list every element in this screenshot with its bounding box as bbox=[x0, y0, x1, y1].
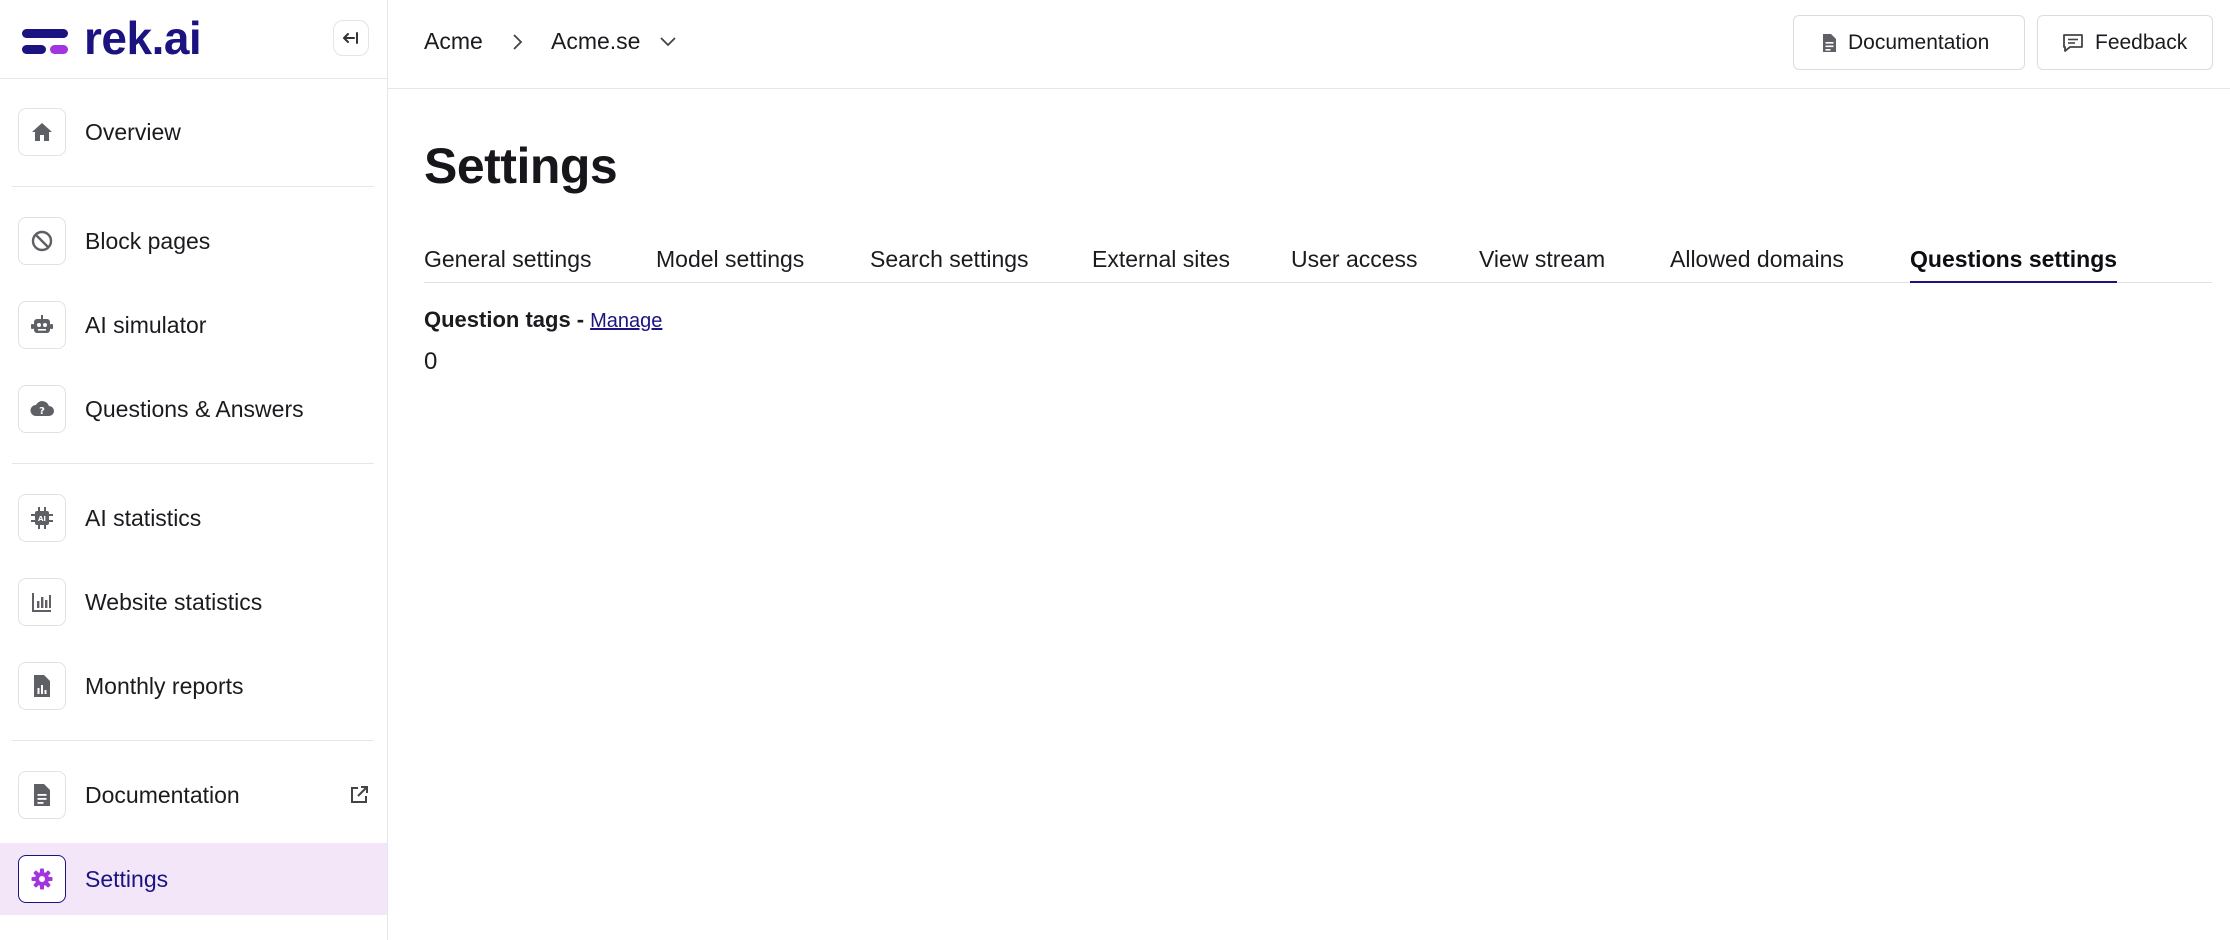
sidebar-item-label: Website statistics bbox=[85, 589, 263, 615]
logo-row: rek.ai bbox=[0, 0, 388, 79]
tab-general-settings[interactable]: General settings bbox=[424, 240, 591, 283]
chevron-down-icon[interactable] bbox=[659, 34, 677, 48]
feedback-button[interactable]: Feedback bbox=[2037, 15, 2213, 70]
external-link-icon bbox=[351, 786, 368, 803]
sidebar-item-monthly-reports[interactable]: Monthly reports bbox=[0, 650, 387, 722]
icon-box bbox=[18, 217, 66, 265]
sidebar-item-questions-answers[interactable]: ? Questions & Answers bbox=[0, 373, 387, 445]
icon-box bbox=[18, 855, 66, 903]
sidebar-item-label: AI simulator bbox=[85, 312, 207, 338]
sidebar: rek.ai Overview Block pages AI simulator… bbox=[0, 0, 388, 940]
logo-mark-icon bbox=[22, 29, 68, 54]
tab-allowed-domains[interactable]: Allowed domains bbox=[1670, 240, 1844, 283]
sidebar-item-ai-simulator[interactable]: AI simulator bbox=[0, 289, 387, 361]
feedback-button-label: Feedback bbox=[2095, 30, 2188, 54]
page-title: Settings bbox=[424, 138, 618, 194]
sidebar-item-ai-statistics[interactable]: AI AI statistics bbox=[0, 482, 387, 554]
tab-search-settings[interactable]: Search settings bbox=[870, 240, 1029, 283]
sidebar-item-label: AI statistics bbox=[85, 505, 202, 531]
topbar: Acme Acme.se Documentation Feedback bbox=[388, 0, 2230, 89]
tab-external-sites[interactable]: External sites bbox=[1092, 240, 1230, 283]
icon-box bbox=[18, 771, 66, 819]
svg-text:?: ? bbox=[39, 406, 45, 417]
feedback-icon bbox=[2063, 33, 2083, 52]
cloud-question-icon: ? bbox=[30, 401, 54, 417]
tab-user-access[interactable]: User access bbox=[1291, 240, 1418, 283]
tab-view-stream[interactable]: View stream bbox=[1479, 240, 1605, 283]
tab-model-settings[interactable]: Model settings bbox=[656, 240, 804, 283]
icon-box bbox=[18, 662, 66, 710]
home-icon bbox=[32, 123, 52, 141]
block-icon bbox=[31, 230, 53, 252]
sidebar-item-label: Overview bbox=[85, 119, 181, 145]
sidebar-item-label: Block pages bbox=[85, 228, 211, 254]
sidebar-item-label: Monthly reports bbox=[85, 673, 244, 699]
icon-box bbox=[18, 108, 66, 156]
breadcrumb-organization[interactable]: Acme bbox=[424, 26, 483, 56]
icon-box: ? bbox=[18, 385, 66, 433]
document-icon bbox=[1823, 33, 1836, 52]
question-tags-heading: Question tags - Manage bbox=[424, 305, 662, 336]
sidebar-item-label: Questions & Answers bbox=[85, 396, 304, 422]
report-icon bbox=[34, 675, 50, 697]
sidebar-item-label: Documentation bbox=[85, 782, 240, 808]
sidebar-item-settings[interactable]: Settings bbox=[0, 843, 387, 915]
settings-tabs: General settings Model settings Search s… bbox=[424, 240, 2212, 283]
nav-divider bbox=[12, 740, 374, 741]
icon-box bbox=[18, 578, 66, 626]
svg-text:AI: AI bbox=[38, 515, 46, 523]
question-tags-count: 0 bbox=[424, 348, 438, 375]
logo-text: rek.ai bbox=[84, 12, 202, 64]
collapse-sidebar-button[interactable] bbox=[333, 20, 369, 56]
question-tags-label: Question tags - bbox=[424, 307, 585, 332]
manage-link[interactable]: Manage bbox=[590, 310, 662, 332]
icon-box: AI bbox=[18, 494, 66, 542]
sidebar-item-website-statistics[interactable]: Website statistics bbox=[0, 566, 387, 638]
documentation-button-label: Documentation bbox=[1848, 30, 1990, 54]
chip-icon: AI bbox=[31, 507, 53, 529]
documentation-button[interactable]: Documentation bbox=[1793, 15, 2025, 70]
bar-chart-icon bbox=[32, 593, 51, 612]
sidebar-item-overview[interactable]: Overview bbox=[0, 96, 387, 168]
breadcrumb-site[interactable]: Acme.se bbox=[551, 26, 640, 56]
sidebar-item-label: Settings bbox=[85, 866, 169, 892]
nav-divider bbox=[12, 463, 374, 464]
document-icon bbox=[34, 784, 50, 806]
sidebar-item-documentation[interactable]: Documentation bbox=[0, 759, 387, 831]
gear-icon bbox=[31, 868, 53, 890]
sidebar-item-block-pages[interactable]: Block pages bbox=[0, 205, 387, 277]
robot-icon bbox=[31, 315, 53, 333]
icon-box bbox=[18, 301, 66, 349]
chevron-right-icon bbox=[513, 34, 523, 50]
collapse-left-icon bbox=[343, 32, 358, 44]
nav-divider bbox=[12, 186, 374, 187]
tab-questions-settings[interactable]: Questions settings bbox=[1910, 240, 2118, 283]
